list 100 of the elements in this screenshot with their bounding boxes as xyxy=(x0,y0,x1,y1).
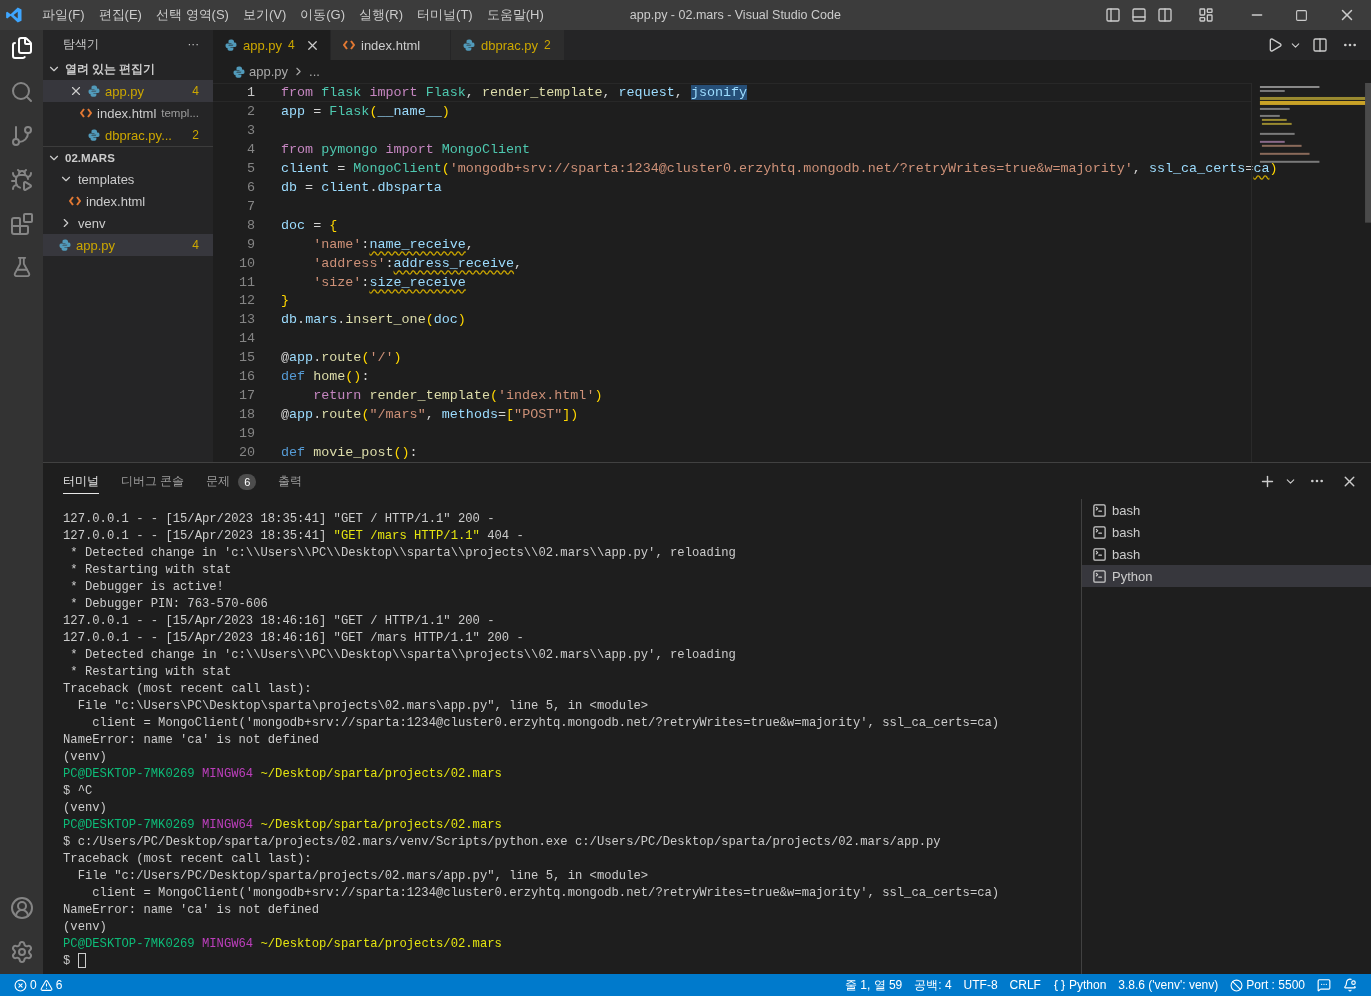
panel-tab[interactable]: 문제 6 xyxy=(206,467,257,495)
status-item[interactable]: 줄 1, 열 59 xyxy=(838,976,909,994)
terminal-line: File "c:/Users/PC/Desktop/sparta/projects/02.mars/app.py", line 5, in <module> xyxy=(76,868,650,885)
terminal-name: Python xyxy=(1112,568,1153,584)
line-number: 3 xyxy=(245,122,255,138)
code-line: return render_template('index.html') xyxy=(312,388,603,404)
status-item[interactable]: 공백: 4 xyxy=(908,976,958,994)
terminal-list-item[interactable]: bash xyxy=(1082,499,1371,521)
live-server-status[interactable]: Port : 5500 xyxy=(1224,978,1311,992)
code-line: } xyxy=(281,293,290,309)
problem-count: 4 xyxy=(192,238,199,252)
line-number: 10 xyxy=(237,255,255,271)
close-icon[interactable] xyxy=(69,84,83,98)
editor-tab[interactable]: app.py 4 xyxy=(213,30,331,60)
terminal-line: PC@DESKTOP-7MK0269 MINGW64 ~/Desktop/sparta/projects/02.mars xyxy=(63,766,503,783)
terminal-line: $ c:/Users/PC/Desktop/sparta/projects/02.mars/venv/Scripts/python.exe c:/Users/PC/Desktop/sparta/projects/02.mars/app.py xyxy=(63,834,942,851)
file-name: index.html xyxy=(97,105,157,121)
braces-icon xyxy=(1052,978,1066,992)
line-number: 15 xyxy=(237,350,255,366)
terminal-line: $ ^C xyxy=(63,783,94,800)
line-number: 8 xyxy=(245,217,255,233)
terminal-icon xyxy=(1092,524,1107,540)
terminal-list-item[interactable]: bash xyxy=(1082,521,1371,543)
terminal-line: Traceback (most recent call last): xyxy=(63,681,313,698)
tree-item[interactable]: venv xyxy=(43,212,213,234)
section-title: 02.MARS xyxy=(65,151,115,164)
terminal-line: client = MongoClient('mongodb+srv://sparta:1234@cluster0.erzyhtq.mongodb.net/?retryWrites=true&w=majority', ssl_ca_certs=ca) xyxy=(91,885,1001,902)
terminal-line: PC@DESKTOP-7MK0269 MINGW64 ~/Desktop/sparta/projects/02.mars xyxy=(63,936,503,953)
html-file-icon xyxy=(69,196,81,206)
python-file-icon xyxy=(88,85,100,97)
file-name: templates xyxy=(78,171,135,187)
code-line: 'name':name_receive, xyxy=(312,236,474,252)
code-line: db.mars.insert_one(doc) xyxy=(281,312,466,328)
terminal-line: * Debugger is active! xyxy=(69,579,225,596)
code-line: app = Flask(__name__) xyxy=(281,103,450,119)
problems-status[interactable]: 0 6 xyxy=(8,978,69,992)
section-header[interactable]: 열려 있는 편집기 xyxy=(43,58,213,80)
editor-tab[interactable]: index.html xyxy=(331,30,451,60)
code-line: def movie_post(): xyxy=(281,445,418,461)
terminal-cursor xyxy=(77,953,86,969)
minimap-drawing[interactable] xyxy=(1251,83,1371,462)
tree-item[interactable]: templates xyxy=(43,168,213,190)
status-item[interactable]: 3.8.6 ('venv': venv) xyxy=(1112,978,1225,992)
code-line: db = client.dbsparta xyxy=(281,179,442,195)
python-file-icon xyxy=(88,129,100,141)
open-editor-item[interactable]: app.py 4 xyxy=(43,80,213,102)
html-file-icon xyxy=(343,40,355,50)
terminal-name: bash xyxy=(1112,546,1141,562)
terminal-line: * Detected change in 'c:\\Users\\PC\\Desktop\\sparta\\projects\\02.mars\\app.py', reloading xyxy=(69,545,737,562)
menu-item[interactable]: 이동(G) xyxy=(293,6,353,24)
menu-item[interactable]: 파일(F) xyxy=(35,6,92,24)
code-line: @app.route('/') xyxy=(281,350,402,366)
menu-item[interactable]: 선택 영역(S) xyxy=(148,6,236,24)
code-line: def home(): xyxy=(281,369,370,385)
python-file-icon xyxy=(225,39,237,51)
line-number: 18 xyxy=(237,407,255,423)
terminal-line: 127.0.0.1 - - [15/Apr/2023 18:46:16] "GET / HTTP/1.1" 200 - xyxy=(63,613,496,630)
more-actions-button[interactable]: ··· xyxy=(187,38,199,50)
tab-label: 문제 xyxy=(206,474,231,489)
panel-tab[interactable]: 출력 xyxy=(278,468,303,494)
line-number: 1 xyxy=(245,84,255,100)
terminal-name: bash xyxy=(1112,502,1141,518)
error-icon xyxy=(14,978,27,992)
python-file-icon xyxy=(463,39,475,51)
terminal-list-item[interactable]: Python xyxy=(1082,565,1371,587)
file-name: index.html xyxy=(86,193,146,209)
menu-item[interactable]: 편집(E) xyxy=(91,6,149,24)
menu-item[interactable]: 실행(R) xyxy=(352,6,411,24)
breadcrumb-item[interactable]: app.py xyxy=(249,64,289,79)
language-status[interactable]: Python xyxy=(1046,978,1113,992)
panel-tab[interactable]: 터미널 xyxy=(63,468,99,494)
file-name: app.py xyxy=(105,83,145,99)
terminal-icon xyxy=(1092,546,1107,562)
terminal-icon xyxy=(1092,502,1107,518)
terminal-line: Traceback (most recent call last): xyxy=(63,851,313,868)
terminal-line: File "c:\Users\PC\Desktop\sparta\projects\02.mars\app.py", line 5, in <module> xyxy=(76,698,650,715)
status-item[interactable]: UTF-8 xyxy=(957,978,1004,992)
status-item[interactable]: CRLF xyxy=(1003,978,1047,992)
line-number: 20 xyxy=(237,445,255,461)
file-path: templ... xyxy=(161,107,199,119)
menu-item[interactable]: 보기(V) xyxy=(235,6,294,24)
line-number: 2 xyxy=(245,103,255,119)
open-editor-item[interactable]: index.html templ... xyxy=(43,102,213,124)
python-file-icon xyxy=(59,239,71,251)
code-line: from flask import Flask, render_template, request, jsonify xyxy=(281,84,748,100)
terminal-line: 127.0.0.1 - - [15/Apr/2023 18:35:41] "GET /mars HTTP/1.1" 404 - xyxy=(63,528,525,545)
terminal-line: NameError: name 'ca' is not defined xyxy=(63,732,320,749)
terminal-list-item[interactable]: bash xyxy=(1082,543,1371,565)
breadcrumb-item[interactable]: ... xyxy=(309,64,320,79)
terminal-name: bash xyxy=(1112,524,1141,540)
menu-item[interactable]: 터미널(T) xyxy=(410,6,480,24)
panel-tab[interactable]: 디버그 콘솔 xyxy=(121,468,185,494)
warning-count: 6 xyxy=(55,978,63,992)
tree-item[interactable]: app.py 4 xyxy=(43,234,213,256)
editor-tab[interactable]: dbprac.py 2 xyxy=(451,30,565,60)
tree-item[interactable]: index.html xyxy=(43,190,213,212)
terminal-line: client = MongoClient('mongodb+srv://sparta:1234@cluster0.erzyhtq.mongodb.net/?retryWrites=true&w=majority', ssl_ca_certs=ca) xyxy=(91,715,1001,732)
menu-item[interactable]: 도움말(H) xyxy=(479,6,551,24)
open-editor-item[interactable]: dbprac.py... 2 xyxy=(43,124,213,146)
line-number: 4 xyxy=(245,141,255,157)
